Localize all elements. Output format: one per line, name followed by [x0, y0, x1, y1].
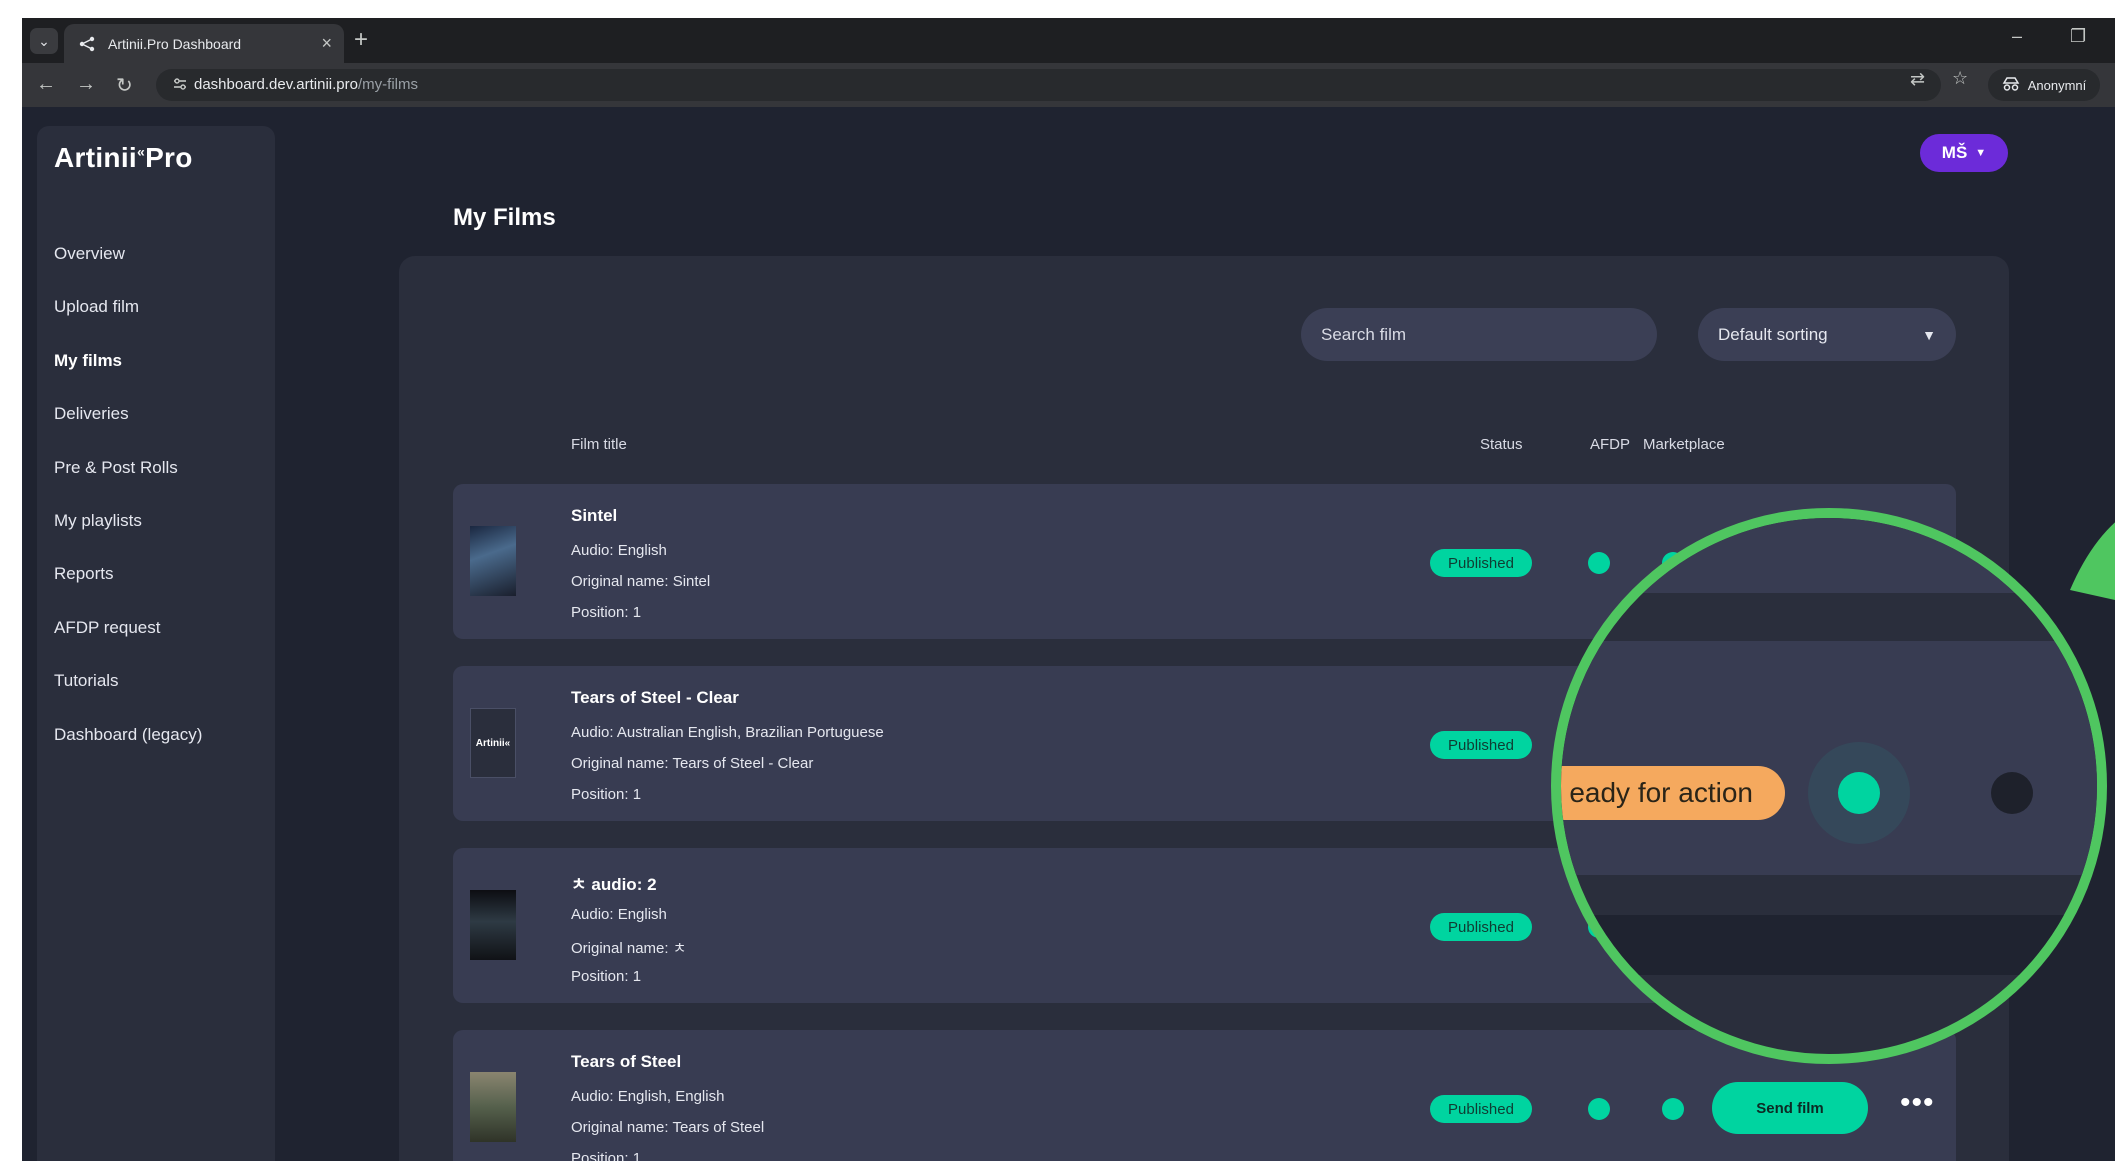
chevron-down-icon: ⌄	[38, 32, 50, 49]
film-audio: Audio: Australian English, Brazilian Por…	[571, 724, 884, 741]
film-title[interactable]: Sintel	[571, 506, 617, 526]
tab-strip: ⌄ Artinii.Pro Dashboard × + – ❐	[22, 18, 2115, 63]
status-badge: Published	[1430, 913, 1532, 941]
film-title[interactable]: Tears of Steel	[571, 1052, 681, 1072]
forward-arrow-icon[interactable]: →	[76, 73, 96, 96]
logo[interactable]: Artinii«Pro	[54, 142, 193, 174]
film-original-name: Original name: Tears of Steel	[571, 1119, 765, 1136]
sidebar-item-my-films[interactable]: My films	[54, 351, 202, 404]
sidebar-item-overview[interactable]: Overview	[54, 244, 202, 297]
search-input[interactable]	[1301, 308, 1657, 361]
translate-icon[interactable]: ⇄	[1910, 69, 1925, 90]
status-badge: Published	[1430, 549, 1532, 577]
tab-search-button[interactable]: ⌄	[30, 28, 58, 54]
back-arrow-icon[interactable]: ←	[36, 73, 56, 96]
sidebar-item-pre-post-rolls[interactable]: Pre & Post Rolls	[54, 458, 202, 511]
page-title: My Films	[453, 204, 556, 231]
table-row[interactable]: Tears of Steel Audio: English, English O…	[453, 1030, 1956, 1161]
minimize-icon[interactable]: –	[2012, 26, 2022, 47]
film-original-name: Original name: Tears of Steel - Clear	[571, 755, 814, 772]
close-tab-icon[interactable]: ×	[321, 33, 332, 54]
sidebar-item-deliveries[interactable]: Deliveries	[54, 404, 202, 457]
incognito-badge[interactable]: Anonymní	[1988, 69, 2100, 101]
zoom-magnifier: eady for action	[1551, 508, 2107, 1064]
magnified-background	[1561, 915, 2097, 975]
sidebar-item-dashboard-legacy[interactable]: Dashboard (legacy)	[54, 725, 202, 778]
sidebar: Artinii«Pro Overview Upload film My film…	[37, 126, 275, 1161]
incognito-label: Anonymní	[2027, 77, 2087, 93]
film-title[interactable]: ㅊ audio: 2	[571, 870, 657, 895]
user-menu-button[interactable]: MŠ ▼	[1920, 134, 2008, 172]
sidebar-item-my-playlists[interactable]: My playlists	[54, 511, 202, 564]
film-position: Position: 1	[571, 968, 642, 985]
toolbar: ← → ↻ dashboard.dev.artinii.pro/my-films…	[22, 63, 2115, 107]
film-position: Position: 1	[571, 604, 642, 621]
ready-for-action-badge: eady for action	[1561, 766, 1785, 820]
film-poster	[470, 890, 516, 960]
film-position: Position: 1	[571, 786, 642, 803]
header-status: Status	[1480, 436, 1523, 453]
url-text: dashboard.dev.artinii.pro/my-films	[194, 76, 418, 93]
film-title[interactable]: Tears of Steel - Clear	[571, 688, 739, 708]
new-tab-icon[interactable]: +	[354, 26, 368, 54]
film-audio: Audio: English	[571, 906, 667, 923]
tab-title: Artinii.Pro Dashboard	[108, 35, 242, 52]
sort-value: Default sorting	[1718, 324, 1828, 344]
sidebar-item-reports[interactable]: Reports	[54, 564, 202, 617]
film-original-name: Original name: ㅊ	[571, 940, 687, 957]
film-poster	[470, 1072, 516, 1142]
bookmark-star-icon[interactable]: ☆	[1952, 68, 1968, 89]
sidebar-item-afdp-request[interactable]: AFDP request	[54, 618, 202, 671]
magnified-gap	[1561, 593, 2097, 641]
send-film-button[interactable]: Send film	[1712, 1082, 1868, 1134]
share-favicon-icon	[78, 35, 96, 53]
header-marketplace: Marketplace	[1643, 436, 1725, 453]
reload-icon[interactable]: ↻	[116, 73, 133, 98]
film-poster	[470, 526, 516, 596]
site-settings-icon[interactable]	[172, 76, 188, 92]
caret-down-icon: ▼	[1975, 147, 1987, 159]
magnified-row-edge	[1561, 518, 2097, 593]
more-options-icon[interactable]: •••	[1900, 1086, 1935, 1120]
user-initials: MŠ	[1941, 143, 1968, 162]
marketplace-inactive-dot	[1991, 772, 2033, 814]
afdp-active-dot	[1838, 772, 1880, 814]
magnifier-pointer	[2070, 522, 2115, 600]
afdp-status-dot	[1588, 1098, 1610, 1120]
film-poster: Artinii«	[470, 708, 516, 778]
sort-select[interactable]: Default sorting ▼	[1698, 308, 1956, 361]
sidebar-nav: Overview Upload film My films Deliveries…	[54, 244, 202, 778]
film-position: Position: 1	[571, 1150, 642, 1161]
film-audio: Audio: English, English	[571, 1088, 725, 1105]
caret-down-icon: ▼	[1922, 326, 1936, 343]
incognito-icon	[2002, 76, 2020, 94]
address-bar[interactable]: dashboard.dev.artinii.pro/my-films	[156, 69, 1941, 101]
film-audio: Audio: English	[571, 542, 667, 559]
sidebar-item-tutorials[interactable]: Tutorials	[54, 671, 202, 724]
browser-tab[interactable]: Artinii.Pro Dashboard ×	[64, 24, 344, 63]
status-badge: Published	[1430, 1095, 1532, 1123]
marketplace-status-dot	[1662, 1098, 1684, 1120]
status-badge: Published	[1430, 731, 1532, 759]
sidebar-item-upload-film[interactable]: Upload film	[54, 297, 202, 350]
restore-icon[interactable]: ❐	[2070, 26, 2086, 47]
film-original-name: Original name: Sintel	[571, 573, 711, 590]
header-afdp: AFDP	[1590, 436, 1631, 453]
header-film-title: Film title	[571, 436, 627, 453]
